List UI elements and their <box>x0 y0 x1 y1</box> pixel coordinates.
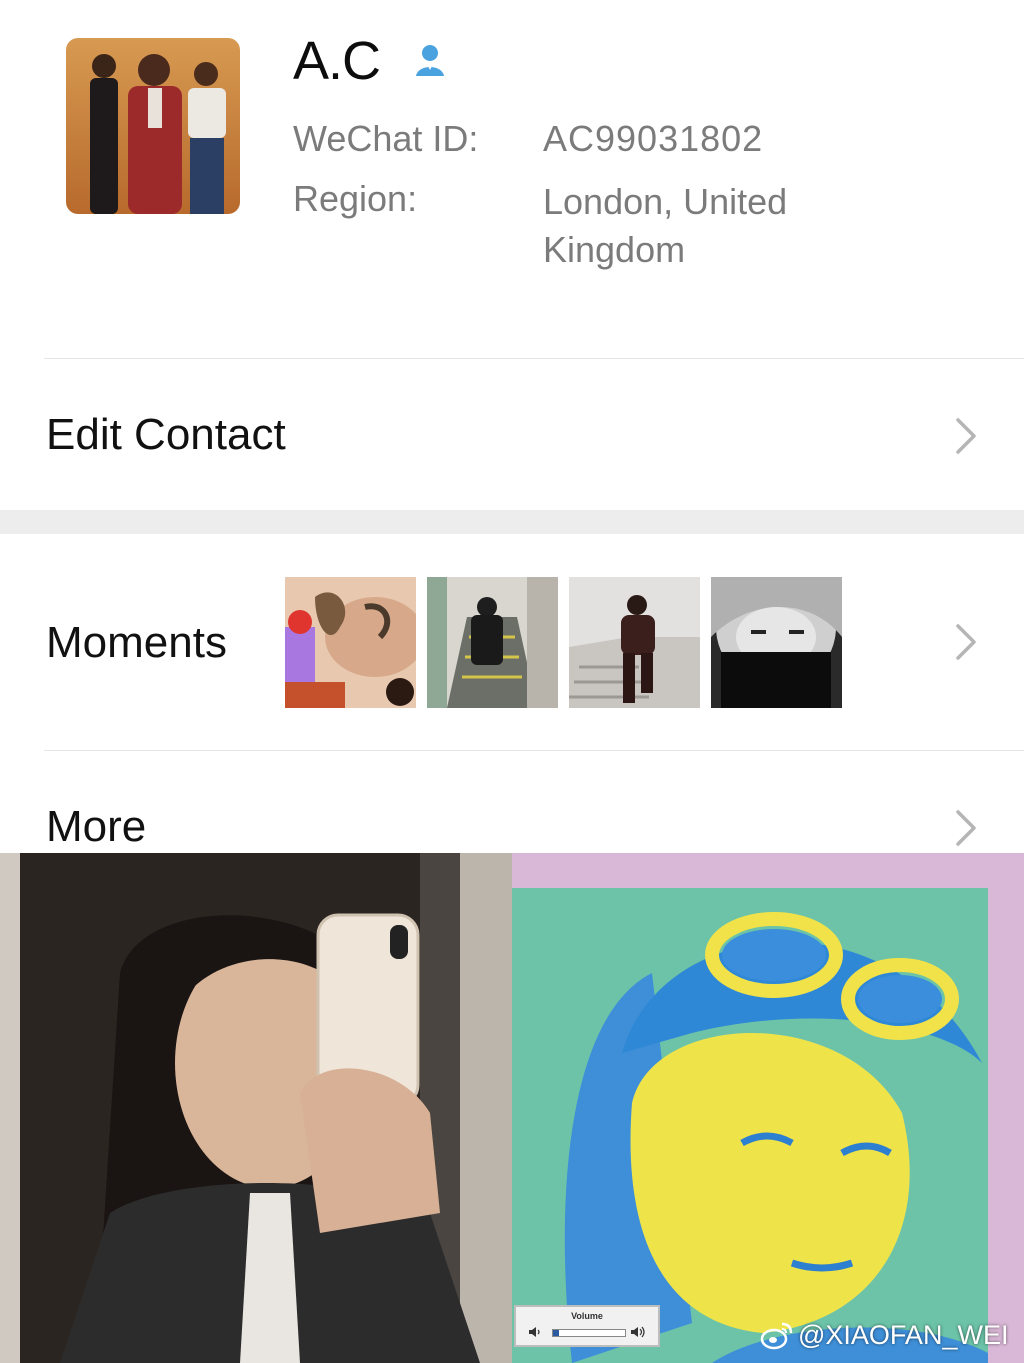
moments-thumbnail[interactable] <box>711 577 842 708</box>
avatar-photo <box>66 38 240 214</box>
divider <box>44 358 1024 359</box>
mirror-selfie-photo <box>0 853 512 1363</box>
moments-thumbnail[interactable] <box>427 577 558 708</box>
volume-label: Volume <box>571 1311 603 1321</box>
watermark: @XIAOFAN_WEI <box>760 1318 1008 1352</box>
watermark-text: @XIAOFAN_WEI <box>798 1319 1009 1350</box>
moments-thumbnail[interactable] <box>569 577 700 708</box>
wechat-id-value: AC99031802 <box>543 118 764 159</box>
speaker-low-icon <box>528 1325 542 1339</box>
chevron-right-icon[interactable] <box>950 806 980 850</box>
moments-thumbnail[interactable] <box>285 577 416 708</box>
volume-control[interactable]: Volume <box>514 1305 660 1347</box>
person-icon <box>410 40 450 80</box>
profile-avatar[interactable] <box>66 38 240 214</box>
wechat-id-label: WeChat ID: <box>293 118 479 159</box>
contact-name: A.C <box>293 31 381 91</box>
volume-slider[interactable] <box>552 1329 626 1337</box>
speaker-high-icon <box>630 1325 646 1339</box>
chevron-right-icon[interactable] <box>950 620 980 664</box>
volume-level <box>553 1330 559 1336</box>
region-label: Region: <box>293 178 418 219</box>
divider <box>44 750 1024 751</box>
stylized-portrait-photo <box>512 853 1024 1363</box>
region-value: London, United Kingdom <box>543 181 788 270</box>
chevron-right-icon[interactable] <box>950 414 980 458</box>
section-separator <box>0 510 1024 534</box>
moments-row[interactable]: Moments <box>46 618 227 668</box>
edit-contact-row[interactable]: Edit Contact <box>46 410 286 460</box>
weibo-icon <box>760 1320 794 1350</box>
more-row[interactable]: More <box>46 802 146 852</box>
